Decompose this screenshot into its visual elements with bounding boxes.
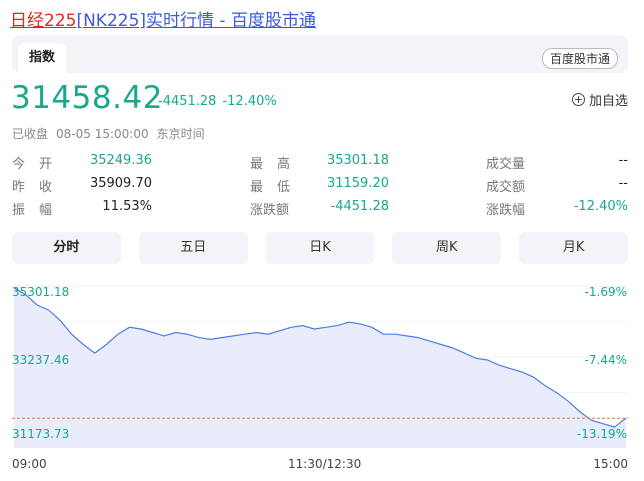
change-amount-value: -4451.28	[330, 199, 389, 214]
change-amount-label: 涨跌额	[250, 203, 290, 218]
plus-circle-icon: +	[571, 93, 585, 106]
high-label: 最高	[250, 157, 305, 172]
tab-intraday[interactable]: 分时	[12, 232, 121, 264]
turnover-label: 成交额	[486, 180, 526, 195]
tab-bar: 指数 百度股市通	[12, 35, 628, 73]
x-label-midday: 11:30/12:30	[288, 457, 362, 471]
current-price: 31458.42	[11, 80, 163, 116]
period-tabs: 分时 五日 日K 周K 月K	[12, 232, 628, 264]
y-label-mid: 33237.46	[12, 353, 70, 367]
high-value: 35301.18	[326, 153, 389, 168]
open-value: 35249.36	[89, 153, 152, 168]
add-favorite-label: 加自选	[588, 94, 628, 109]
x-label-open: 09:00	[12, 457, 47, 471]
open-label: 今开	[12, 157, 67, 172]
stats-row: 昨收 35909.70 最低 31159.20 成交额 --	[12, 176, 628, 199]
status-datetime: 08-05 15:00:00	[56, 127, 149, 141]
y-label-low: 31173.73	[12, 427, 70, 441]
stats-row: 今开 35249.36 最高 35301.18 成交量 --	[12, 153, 628, 176]
page-title[interactable]: 日经225[NK225]实时行情 - 百度股市通	[10, 6, 316, 31]
y-right-label-high: -1.69%	[584, 285, 627, 299]
x-label-close: 15:00	[593, 457, 628, 471]
tab-daily-k[interactable]: 日K	[265, 232, 375, 264]
stats-row: 振幅 11.53% 涨跌额 -4451.28 涨跌幅 -12.40%	[12, 199, 628, 222]
tab-index[interactable]: 指数	[18, 43, 66, 73]
amplitude-label: 振幅	[12, 203, 67, 218]
y-label-high: 35301.18	[12, 285, 70, 299]
tab-weekly-k[interactable]: 周K	[392, 232, 502, 264]
tab-monthly-k[interactable]: 月K	[519, 232, 628, 264]
amplitude-value: 11.53%	[102, 199, 152, 214]
intraday-chart[interactable]	[12, 276, 628, 448]
change-amount: -4451.28	[158, 94, 217, 109]
volume-value: --	[618, 153, 628, 168]
title-index-name[interactable]: 日经225	[10, 11, 76, 31]
chart-area-fill	[14, 287, 626, 448]
low-value: 31159.20	[326, 176, 389, 191]
stats-grid: 今开 35249.36 最高 35301.18 成交量 -- 昨收 35909.…	[12, 153, 628, 222]
tab-five-day[interactable]: 五日	[138, 232, 248, 264]
y-right-label-mid: -7.44%	[584, 353, 627, 367]
status-text: 已收盘	[12, 127, 49, 141]
source-badge[interactable]: 百度股市通	[541, 48, 618, 69]
status-timezone: 东京时间	[156, 127, 205, 141]
prev-close-value: 35909.70	[89, 176, 152, 191]
price-change: -4451.28 -12.40%	[158, 94, 283, 109]
market-status: 已收盘 08-05 15:00:00 东京时间	[12, 125, 213, 142]
low-label: 最低	[250, 180, 305, 195]
change-percent-value: -12.40%	[573, 199, 628, 214]
change-percent-label: 涨跌幅	[486, 203, 526, 218]
add-favorite-button[interactable]: + 加自选	[571, 90, 628, 109]
y-right-label-low: -13.19%	[576, 427, 627, 441]
prev-close-label: 昨收	[12, 180, 67, 195]
title-suffix[interactable]: [NK225]实时行情 - 百度股市通	[76, 11, 316, 31]
change-percent: -12.40%	[222, 94, 277, 109]
volume-label: 成交量	[486, 157, 526, 172]
turnover-value: --	[618, 176, 628, 191]
